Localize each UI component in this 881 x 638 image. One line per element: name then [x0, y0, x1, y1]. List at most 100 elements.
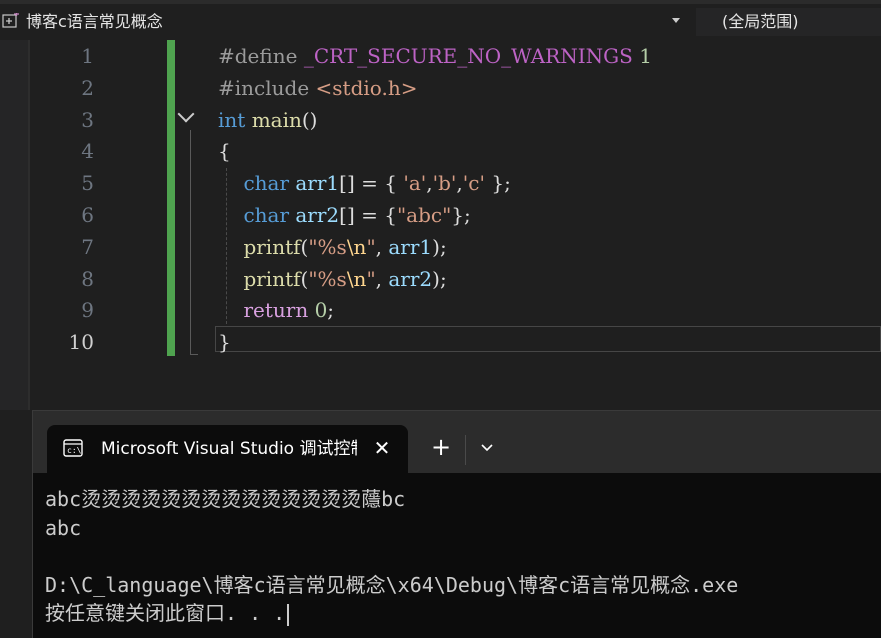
terminal-tab-title: Microsoft Visual Studio 调试控制台	[101, 439, 357, 459]
code-token: "%s	[308, 266, 347, 291]
terminal-line: abc	[45, 514, 81, 542]
svg-text:c:\: c:\	[67, 446, 82, 455]
text-cursor	[287, 603, 290, 626]
line-number: 2	[81, 75, 94, 100]
code-editor[interactable]: 1 2 3 4 5 6 7 8 9 10 #define _CRT_SECURE_NO_WARNI…	[0, 40, 881, 410]
line-number: 7	[81, 234, 94, 259]
code-token: #include	[218, 75, 316, 100]
code-line[interactable]: {	[218, 139, 231, 163]
project-dropdown[interactable]: 博客c语言常见概念	[0, 8, 688, 36]
code-line[interactable]: }	[218, 330, 231, 354]
code-token: \n	[346, 266, 367, 291]
line-number: 3	[81, 107, 94, 132]
console-icon: c:\	[63, 439, 83, 457]
code-token: char	[243, 171, 290, 196]
line-number: 4	[81, 139, 94, 164]
code-line[interactable]: printf("%s\n", arr1);	[218, 234, 447, 259]
navigation-bar: 博客c语言常见概念 (全局范围)	[0, 0, 881, 40]
code-token: };	[451, 203, 471, 227]
project-name: 博客c语言常见概念	[26, 12, 163, 31]
terminal-tab[interactable]: c:\ Microsoft Visual Studio 调试控制台 ✕	[47, 425, 408, 473]
debug-console-window[interactable]: c:\ Microsoft Visual Studio 调试控制台 ✕ + ab…	[32, 410, 881, 638]
chevron-down-icon[interactable]	[477, 437, 497, 457]
terminal-tab-strip: c:\ Microsoft Visual Studio 调试控制台 ✕ +	[33, 411, 881, 473]
cpp-project-icon	[2, 13, 19, 28]
code-token: 1	[639, 44, 652, 68]
code-token: );	[432, 266, 447, 291]
code-token: \n	[346, 234, 367, 259]
code-token: [] = {	[339, 171, 404, 196]
code-token: ()	[301, 107, 318, 132]
code-token: 0	[314, 298, 328, 323]
terminal-output[interactable]: abc烫烫烫烫烫烫烫烫烫烫烫烫烫烫蘟bc abc D:\C_language\博客c…	[45, 485, 881, 635]
code-token: {	[218, 139, 231, 164]
code-line[interactable]: #include <stdio.h>	[218, 76, 417, 100]
chevron-down-icon[interactable]	[672, 18, 680, 23]
line-number: 1	[81, 44, 94, 68]
close-icon[interactable]: ✕	[369, 435, 395, 461]
code-token: printf	[243, 234, 301, 259]
code-token: 'c'	[462, 171, 485, 196]
code-token: return	[243, 298, 309, 323]
collapse-chevron-icon[interactable]	[177, 105, 195, 123]
line-number: 6	[81, 203, 94, 227]
outline-guide-end	[190, 354, 198, 355]
title-strip	[0, 0, 881, 4]
code-token: ;	[327, 298, 335, 323]
line-number: 8	[81, 266, 94, 291]
code-token: arr2	[388, 266, 433, 291]
code-token: "	[366, 234, 376, 259]
code-token: #define	[218, 44, 304, 68]
terminal-text: D:\C_language\博客c语言常见概念\x64\Debug\博客c语言常…	[45, 572, 739, 597]
code-token: printf	[243, 266, 301, 291]
code-token: char	[243, 203, 290, 227]
code-token: _CRT_SECURE_NO_WARNINGS	[303, 44, 633, 68]
terminal-text: abc烫烫烫烫烫烫烫烫烫烫烫烫烫烫蘟bc	[45, 487, 406, 511]
terminal-line: 按任意键关闭此窗口. . .	[45, 599, 290, 627]
code-token: );	[432, 234, 447, 259]
line-number: 5	[81, 171, 94, 196]
outline-guide	[190, 130, 191, 354]
code-token: };	[484, 171, 511, 196]
code-token: 'a'	[403, 171, 427, 196]
scope-label: (全局范围)	[722, 12, 799, 31]
code-line[interactable]: #define _CRT_SECURE_NO_WARNINGS 1	[218, 44, 652, 68]
terminal-line: D:\C_language\博客c语言常见概念\x64\Debug\博客c语言常…	[45, 571, 738, 599]
code-line[interactable]: char arr2[] = {"abc"};	[218, 203, 471, 227]
code-token: [] = {	[339, 203, 397, 227]
terminal-text: abc	[45, 515, 82, 540]
code-token: arr2	[295, 203, 340, 227]
code-token: }	[218, 330, 231, 355]
plus-icon[interactable]: +	[427, 433, 455, 461]
code-token: ,	[375, 234, 389, 259]
change-tracking-bar	[167, 40, 175, 356]
terminal-text: 按任意键关闭此窗口. . .	[45, 601, 286, 625]
terminal-line: abc烫烫烫烫烫烫烫烫烫烫烫烫烫烫蘟bc	[45, 485, 405, 513]
code-token: "abc"	[396, 203, 452, 227]
code-token: "%s	[308, 234, 347, 259]
scope-dropdown[interactable]: (全局范围)	[696, 8, 881, 36]
line-number: 10	[68, 330, 94, 355]
gutter-separator	[28, 40, 30, 410]
current-line-highlight	[215, 326, 881, 352]
code-token: arr1	[295, 171, 340, 196]
code-token: 'b'	[432, 171, 457, 196]
code-token: "	[366, 266, 376, 291]
code-token: <stdio.h>	[315, 75, 418, 100]
code-line[interactable]: return 0;	[218, 298, 334, 322]
editor-left-margin	[0, 40, 28, 410]
code-token: arr1	[388, 234, 433, 259]
tab-separator	[465, 435, 466, 465]
code-line[interactable]: int main()	[218, 108, 317, 132]
code-token: main	[251, 107, 302, 132]
code-token: ,	[375, 266, 389, 291]
code-token: int	[218, 107, 246, 132]
code-line[interactable]: char arr1[] = { 'a','b','c' };	[218, 171, 511, 196]
code-line[interactable]: printf("%s\n", arr2);	[218, 266, 447, 291]
line-number: 9	[81, 298, 94, 323]
